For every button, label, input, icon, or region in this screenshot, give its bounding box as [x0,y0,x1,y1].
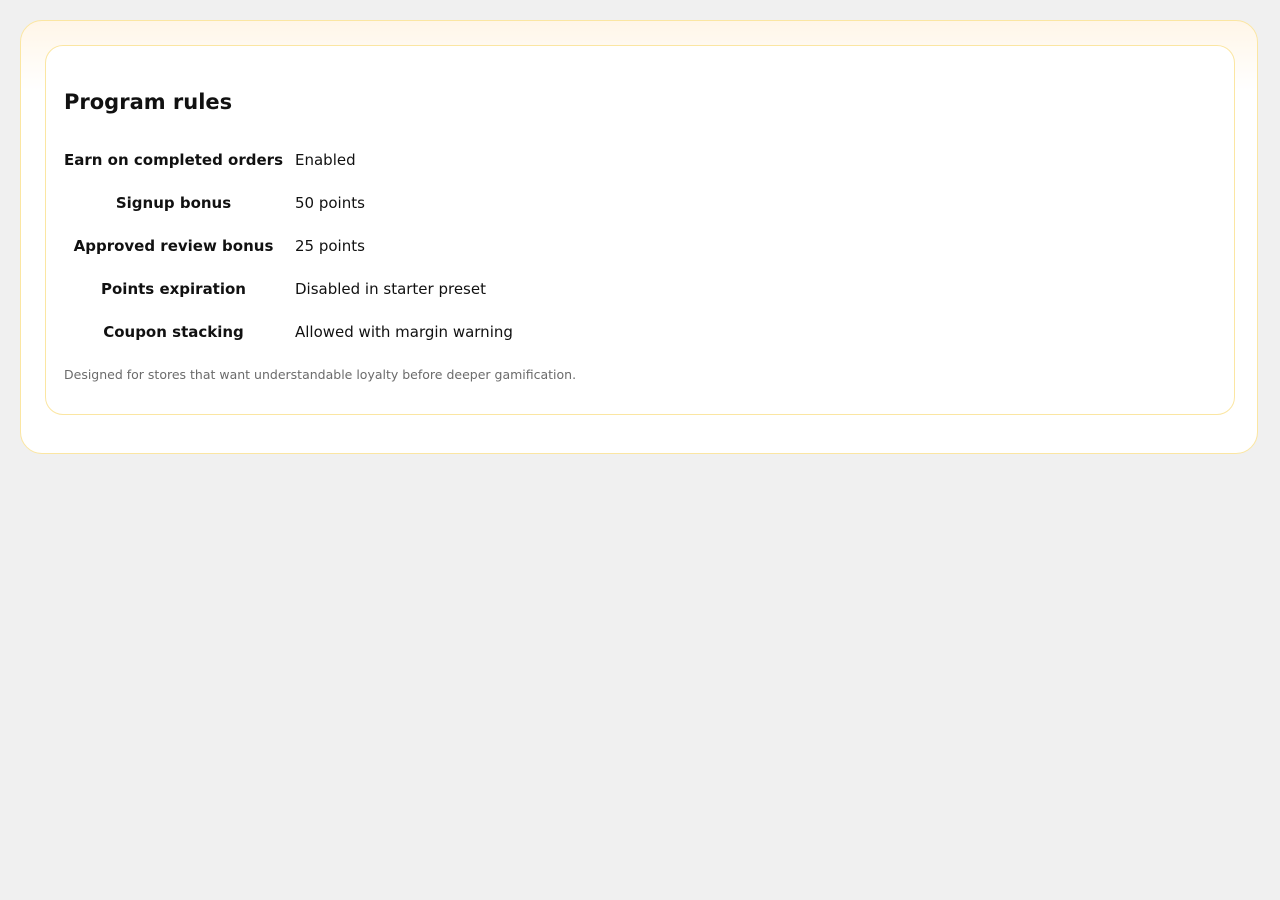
table-row: Points expiration Disabled in starter pr… [64,267,513,310]
rule-label-earn-on-orders: Earn on completed orders [64,150,283,169]
rule-value-coupon-stacking: Allowed with margin warning [295,322,513,341]
rule-label-review-bonus: Approved review bonus [73,236,274,255]
rule-value-points-expiration: Disabled in starter preset [295,279,486,298]
rule-value-earn-on-orders: Enabled [295,150,356,169]
table-row: Earn on completed orders Enabled [64,138,513,181]
table-row: Coupon stacking Allowed with margin warn… [64,310,513,353]
panel-title: Program rules [64,90,233,114]
rule-value-signup-bonus: 50 points [295,193,365,212]
program-rules-card: Program rules Earn on completed orders E… [20,20,1258,454]
program-rules-panel: Program rules Earn on completed orders E… [45,45,1235,415]
panel-footnote: Designed for stores that want understand… [64,367,577,382]
rule-value-review-bonus: 25 points [295,236,365,255]
rule-label-signup-bonus: Signup bonus [115,193,232,212]
table-row: Approved review bonus 25 points [64,224,513,267]
rule-label-coupon-stacking: Coupon stacking [103,322,244,341]
rule-label-points-expiration: Points expiration [101,279,246,298]
rules-table: Earn on completed orders Enabled Signup … [64,138,513,353]
table-row: Signup bonus 50 points [64,181,513,224]
